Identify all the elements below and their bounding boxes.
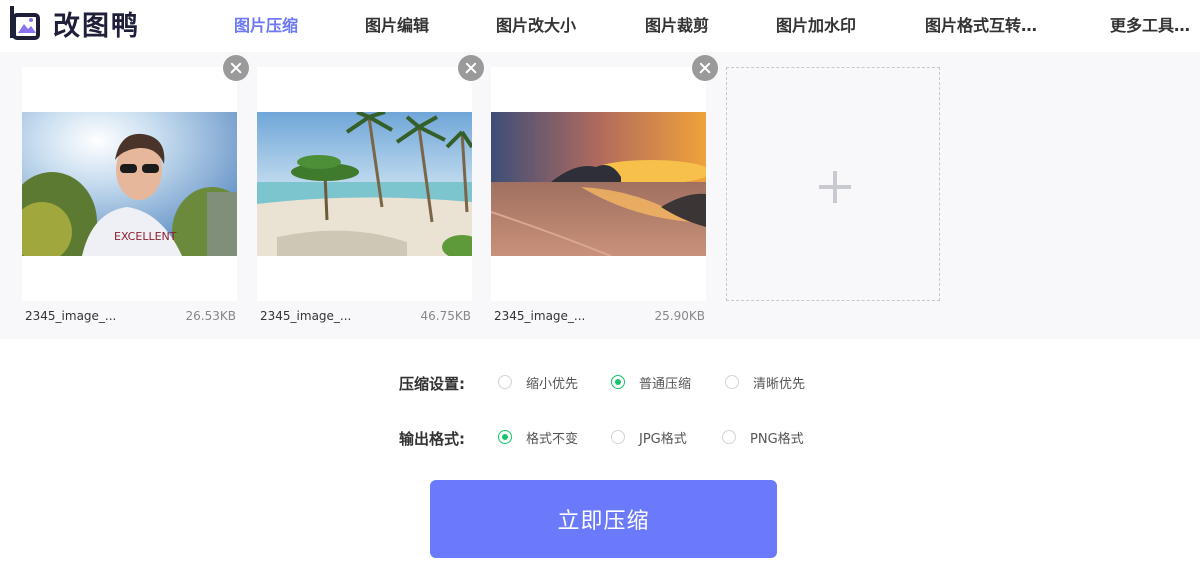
nav-item-image-compress[interactable]: 图片压缩 <box>234 12 298 36</box>
thumbnail-frame: EXCELLENT <box>22 67 237 301</box>
file-name: 2345_image_... <box>25 309 117 323</box>
remove-file-button[interactable] <box>458 55 484 81</box>
add-image-button[interactable] <box>726 67 940 301</box>
file-card: EXCELLENT 2345_image_... 26.53KB <box>22 55 249 323</box>
compression-settings-label: 压缩设置: <box>399 375 465 393</box>
upload-area: EXCELLENT 2345_image_... 26.53KB 2345_im… <box>0 52 1200 339</box>
svg-text:EXCELLENT: EXCELLENT <box>114 230 177 243</box>
radio-normal-compress[interactable]: 普通压缩 <box>611 370 691 394</box>
radio-shrink-priority[interactable]: 缩小优先 <box>498 370 578 394</box>
radio-format-jpg[interactable]: JPG格式 <box>611 425 687 449</box>
thumbnail-frame <box>257 67 472 301</box>
nav-item-image-crop[interactable]: 图片裁剪 <box>645 12 709 36</box>
nav-item-more-tools[interactable]: 更多工具… <box>1110 12 1190 36</box>
radio-format-png[interactable]: PNG格式 <box>722 425 804 449</box>
plus-icon <box>819 171 851 203</box>
nav-item-image-edit[interactable]: 图片编辑 <box>365 12 429 36</box>
compress-now-button[interactable]: 立即压缩 <box>430 480 777 558</box>
radio-icon <box>498 430 512 444</box>
radio-clarity-priority[interactable]: 清晰优先 <box>725 370 805 394</box>
logo-icon <box>8 6 42 40</box>
file-name: 2345_image_... <box>260 309 352 323</box>
thumbnail-image: EXCELLENT <box>22 112 237 256</box>
top-header: 改图鸭 图片压缩 图片编辑 图片改大小 图片裁剪 图片加水印 图片格式互转… 更… <box>0 0 1200 52</box>
radio-label: 清晰优先 <box>753 376 806 392</box>
nav-item-format-convert[interactable]: 图片格式互转… <box>925 12 1037 36</box>
radio-icon <box>611 375 625 389</box>
nav-item-image-resize[interactable]: 图片改大小 <box>496 12 576 36</box>
file-name: 2345_image_... <box>494 309 586 323</box>
file-size: 25.90KB <box>654 309 705 323</box>
radio-label: PNG格式 <box>750 431 804 447</box>
radio-label: 普通压缩 <box>639 376 692 392</box>
radio-label: 缩小优先 <box>526 376 579 392</box>
logo-text: 改图鸭 <box>53 10 140 42</box>
output-format-label: 输出格式: <box>399 430 465 448</box>
thumbnail-image <box>491 112 706 256</box>
radio-icon <box>725 375 739 389</box>
radio-icon <box>722 430 736 444</box>
thumbnail-frame <box>491 67 706 301</box>
output-format-settings: 输出格式: 格式不变 JPG格式 PNG格式 <box>0 425 1200 449</box>
remove-file-button[interactable] <box>223 55 249 81</box>
file-card: 2345_image_... 46.75KB <box>257 55 484 323</box>
radio-label: JPG格式 <box>639 431 687 447</box>
thumbnail-image <box>257 112 472 256</box>
logo[interactable]: 改图鸭 <box>8 3 140 43</box>
radio-icon <box>611 430 625 444</box>
compression-settings: 压缩设置: 缩小优先 普通压缩 清晰优先 <box>0 370 1200 394</box>
radio-label: 格式不变 <box>526 431 579 447</box>
remove-file-button[interactable] <box>692 55 718 81</box>
radio-icon <box>498 375 512 389</box>
nav-item-image-watermark[interactable]: 图片加水印 <box>776 12 856 36</box>
file-card: 2345_image_... 25.90KB <box>491 55 718 323</box>
radio-format-unchanged[interactable]: 格式不变 <box>498 425 578 449</box>
file-size: 46.75KB <box>420 309 471 323</box>
file-size: 26.53KB <box>185 309 236 323</box>
